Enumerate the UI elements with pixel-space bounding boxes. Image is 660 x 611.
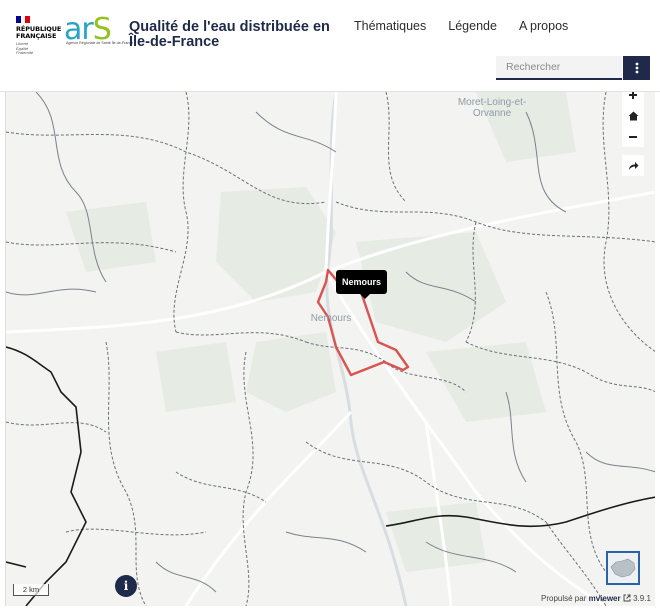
info-button[interactable]: i	[115, 575, 137, 597]
minus-icon	[629, 135, 637, 138]
basemap	[6, 92, 655, 606]
search-box	[496, 56, 622, 80]
map-label-moret: Moret-Loing-et-Orvanne	[457, 97, 527, 119]
share-button[interactable]	[622, 155, 644, 176]
share-arrow-icon	[628, 161, 638, 170]
attribution-prefix: Propulsé par	[541, 594, 587, 603]
home-icon	[628, 111, 638, 120]
map-controls	[622, 84, 644, 176]
french-flag-icon	[16, 16, 31, 23]
map-tooltip: Nemours	[336, 270, 388, 299]
republique-francaise-logo: RÉPUBLIQUE FRANÇAISE Liberté Égalité Fra…	[16, 16, 62, 60]
search-input[interactable]	[506, 61, 616, 73]
map-view[interactable]: Moret-Loing-et-Orvanne Nemours	[5, 92, 655, 606]
main-nav: Thématiques Légende A propos	[354, 19, 590, 33]
republique-text-2: FRANÇAISE	[16, 32, 57, 40]
attribution-version: 3.9.1	[633, 594, 651, 603]
map-label-nemours: Nemours	[310, 313, 352, 324]
external-link-icon	[623, 594, 631, 602]
zoom-out-button[interactable]	[622, 126, 644, 147]
map-attribution: Propulsé par mviewer 3.9.1	[541, 594, 651, 603]
overview-minimap[interactable]	[606, 551, 640, 585]
nav-item-legende[interactable]: Légende	[448, 19, 497, 33]
more-menu-button[interactable]	[623, 56, 650, 80]
ars-logo-subtitle: Agence Régionale de Santé Île-de-France	[66, 41, 134, 45]
attribution-mviewer-link[interactable]: mviewer	[589, 594, 621, 603]
minimap-shape	[610, 558, 636, 578]
vertical-dots-icon	[635, 62, 638, 74]
page-title: Qualité de l'eau distribuée en Île-de-Fr…	[129, 19, 330, 50]
motto-fraternite: Fraternité	[16, 50, 34, 55]
ars-logo: arS Agence Régionale de Santé Île-de-Fra…	[64, 15, 133, 52]
scale-bar: 2 km	[13, 584, 49, 596]
home-button[interactable]	[622, 105, 644, 126]
app-root: RÉPUBLIQUE FRANÇAISE Liberté Égalité Fra…	[0, 0, 660, 611]
nav-item-a-propos[interactable]: A propos	[519, 19, 568, 33]
app-header: RÉPUBLIQUE FRANÇAISE Liberté Égalité Fra…	[0, 0, 660, 92]
nav-item-thematiques[interactable]: Thématiques	[354, 19, 426, 33]
